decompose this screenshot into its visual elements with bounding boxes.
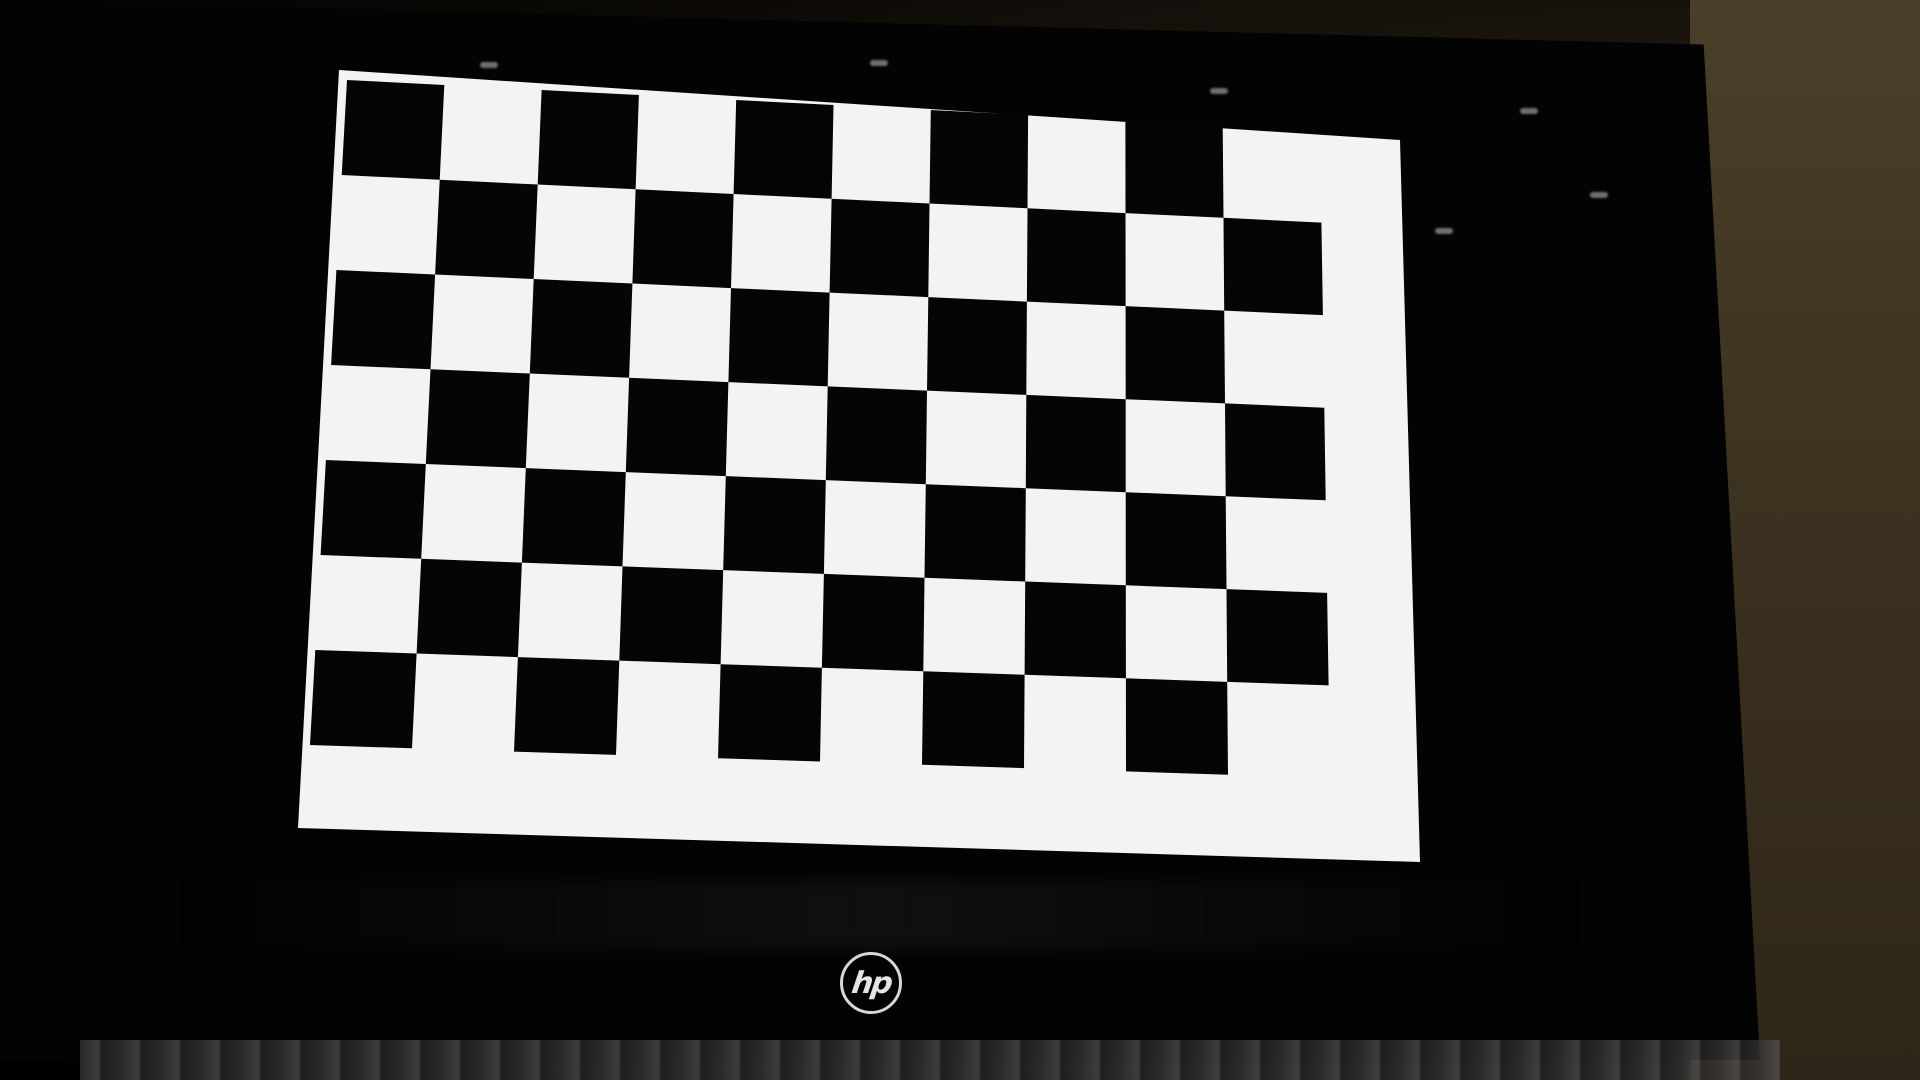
checkerboard-dark-square [1225, 403, 1326, 501]
checkerboard-dark-square [821, 573, 925, 672]
checkerboard-dark-square [1026, 208, 1126, 307]
checkerboard-dark-square [416, 558, 522, 658]
checkerboard-dark-square [619, 566, 724, 665]
checkerboard-dark-square [310, 650, 417, 749]
checkerboard-dark-square [929, 110, 1029, 209]
checkerboard-dark-square [537, 90, 639, 190]
checkerboard-dark-square [521, 468, 626, 567]
checkerboard-dark-square [425, 369, 530, 469]
brand-logo: hp [840, 952, 902, 1014]
checkerboard-dark-square [1024, 581, 1126, 679]
checkerboard-dark-square [514, 657, 620, 755]
checkerboard-dark-square [632, 189, 734, 289]
laptop-display [0, 0, 1920, 1080]
checkerboard-dark-square [924, 484, 1026, 582]
checkerboard-dark-square [922, 671, 1025, 769]
checkerboard [298, 70, 1420, 862]
photo-scene: hp [0, 0, 1920, 1080]
checkerboard-dark-square [435, 179, 538, 279]
checkerboard-dark-square [728, 288, 830, 387]
checkerboard-dark-square [1125, 120, 1224, 218]
checkerboard-dark-square [1226, 589, 1329, 686]
checkerboard-dark-square [718, 664, 822, 762]
keyboard-edge [80, 1040, 1780, 1080]
checkerboard-dark-square [1025, 394, 1126, 493]
checkerboard-dark-square [829, 198, 930, 298]
brand-logo-text: hp [849, 965, 893, 1001]
checkerboard-dark-square [1223, 217, 1323, 316]
checkerboard-dark-square [1125, 678, 1228, 775]
checkerboard-dark-square [1125, 306, 1225, 404]
checkerboard-dark-square [927, 297, 1027, 395]
checkerboard-dark-square [733, 100, 834, 199]
checkerboard-dark-square [341, 80, 445, 180]
checkerboard-dark-square [625, 377, 729, 477]
checkerboard-dark-square [825, 386, 927, 485]
checkerboard-dark-square [529, 279, 633, 378]
checkerboard-dark-square [723, 476, 826, 574]
checkerboard-dark-square [1125, 492, 1227, 590]
checkerboard-dark-square [331, 270, 436, 370]
checkerboard-dark-square [320, 460, 426, 559]
